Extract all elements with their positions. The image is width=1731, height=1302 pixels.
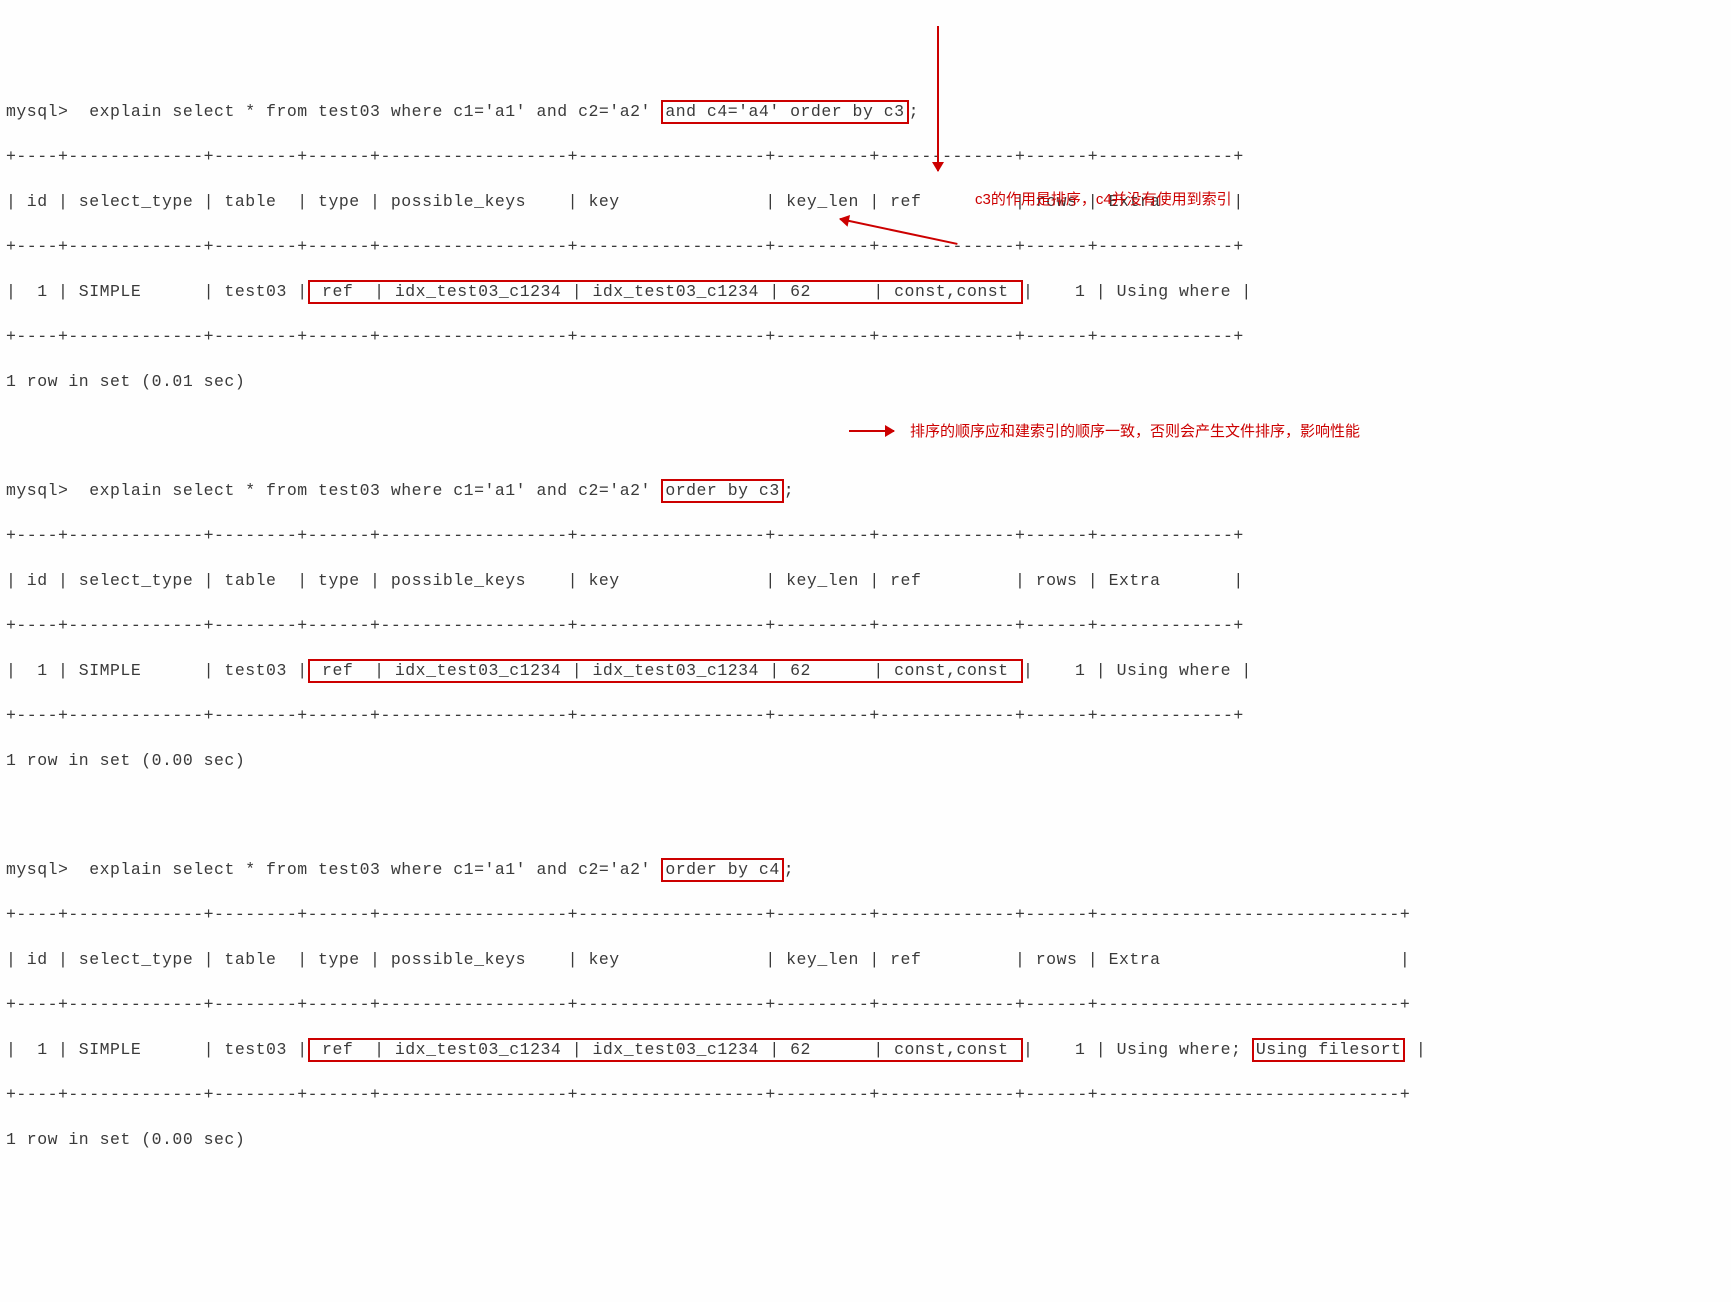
sql-text: explain select * from test03 where c1='a… <box>89 860 661 879</box>
table-row: | 1 | SIMPLE | test03 | ref | idx_test03… <box>6 1037 1725 1063</box>
sql-text: explain select * from test03 where c1='a… <box>89 481 661 500</box>
table-sep: +----+-------------+--------+------+----… <box>6 902 1725 928</box>
sql-text: ; <box>784 860 794 879</box>
row-cells-left: | 1 | SIMPLE | test03 | <box>6 661 308 680</box>
result-footer: 1 row in set (0.00 sec) <box>6 1127 1725 1153</box>
table-header: | id | select_type | table | type | poss… <box>6 568 1725 594</box>
mysql-prompt: mysql> <box>6 102 79 121</box>
table-header: | id | select_type | table | type | poss… <box>6 189 1725 215</box>
table-row: | 1 | SIMPLE | test03 | ref | idx_test03… <box>6 658 1725 684</box>
prompt-line-2: mysql> explain select * from test03 wher… <box>6 478 1725 504</box>
sql-text: explain select * from test03 where c1='a… <box>89 102 661 121</box>
annotation-text-1: c3的作用是排序，c4并没有使用到索引 <box>975 188 1232 209</box>
highlight-clause-1: and c4='a4' order by c3 <box>661 100 908 124</box>
sql-text: ; <box>784 481 794 500</box>
table-row: | 1 | SIMPLE | test03 | ref | idx_test03… <box>6 279 1725 305</box>
highlight-filesort: Using filesort <box>1252 1038 1406 1062</box>
highlight-row-3: ref | idx_test03_c1234 | idx_test03_c123… <box>308 1038 1023 1062</box>
table-sep: +----+-------------+--------+------+----… <box>6 703 1725 729</box>
row-cells-right: | <box>1405 1040 1426 1059</box>
table-sep: +----+-------------+--------+------+----… <box>6 992 1725 1018</box>
blank-line <box>6 414 1725 440</box>
highlight-row-1: ref | idx_test03_c1234 | idx_test03_c123… <box>308 280 1023 304</box>
arrow-right-icon <box>849 430 894 432</box>
result-footer: 1 row in set (0.00 sec) <box>6 748 1725 774</box>
arrow-down-icon <box>937 26 939 171</box>
row-cells-left: | 1 | SIMPLE | test03 | <box>6 1040 308 1059</box>
prompt-line-3: mysql> explain select * from test03 wher… <box>6 857 1725 883</box>
row-cells-right: | 1 | Using where | <box>1023 661 1252 680</box>
prompt-line-1: mysql> explain select * from test03 wher… <box>6 99 1725 125</box>
table-sep: +----+-------------+--------+------+----… <box>6 523 1725 549</box>
table-sep: +----+-------------+--------+------+----… <box>6 234 1725 260</box>
highlight-clause-2: order by c3 <box>661 479 783 503</box>
row-cells-left: | 1 | SIMPLE | test03 | <box>6 282 308 301</box>
table-sep: +----+-------------+--------+------+----… <box>6 144 1725 170</box>
sql-text: ; <box>909 102 919 121</box>
table-sep: +----+-------------+--------+------+----… <box>6 1082 1725 1108</box>
mysql-prompt: mysql> <box>6 481 79 500</box>
row-cells-mid: | 1 | Using where; <box>1023 1040 1252 1059</box>
table-sep: +----+-------------+--------+------+----… <box>6 324 1725 350</box>
table-sep: +----+-------------+--------+------+----… <box>6 613 1725 639</box>
blank-line <box>6 793 1725 819</box>
result-footer: 1 row in set (0.01 sec) <box>6 369 1725 395</box>
highlight-clause-3: order by c4 <box>661 858 783 882</box>
row-cells-right: | 1 | Using where | <box>1023 282 1252 301</box>
annotation-text-2: 排序的顺序应和建索引的顺序一致，否则会产生文件排序，影响性能 <box>910 420 1360 441</box>
mysql-prompt: mysql> <box>6 860 79 879</box>
highlight-row-2: ref | idx_test03_c1234 | idx_test03_c123… <box>308 659 1023 683</box>
table-header: | id | select_type | table | type | poss… <box>6 947 1725 973</box>
